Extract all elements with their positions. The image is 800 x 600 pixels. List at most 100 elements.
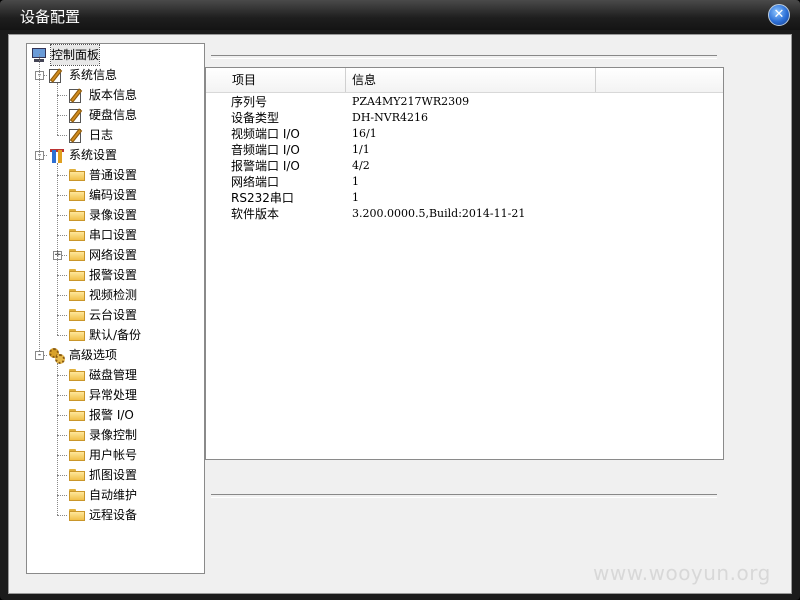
tree-item-g1-c6[interactable]: 视频检测 <box>27 285 204 305</box>
table-row[interactable]: 软件版本 3.200.0000.5,Build:2014-11-21 <box>206 206 723 222</box>
edit-doc-icon <box>69 88 83 103</box>
tree-line <box>57 435 67 436</box>
row-item: RS232串口 <box>231 191 294 205</box>
tree-item-g1-c8[interactable]: 默认/备份 <box>27 325 204 345</box>
tree-item-label: 系统设置 <box>69 148 118 162</box>
folder-icon <box>69 248 85 261</box>
table-row[interactable]: 网络端口 1 <box>206 174 723 190</box>
folder-icon <box>69 228 85 241</box>
table-row[interactable]: RS232串口 1 <box>206 190 723 206</box>
column-header-item[interactable]: 项目 <box>206 68 346 92</box>
tree-line <box>57 395 67 396</box>
row-value: 16/1 <box>352 127 377 140</box>
tree-line <box>57 415 67 416</box>
tree-line <box>57 315 67 316</box>
close-button[interactable]: ✕ <box>768 4 790 26</box>
tree-item-group-0[interactable]: 系统信息 <box>27 65 204 85</box>
table-row[interactable]: 序列号 PZA4MY217WR2309 <box>206 94 723 110</box>
tree-line <box>57 375 67 376</box>
tree-item-label: 编码设置 <box>89 188 138 202</box>
row-item: 音频端口 I/O <box>231 143 300 157</box>
tree-line <box>57 135 67 136</box>
row-value: 4/2 <box>352 159 370 172</box>
tree-item-label: 版本信息 <box>89 88 138 102</box>
tree-item-g2-c1[interactable]: 异常处理 <box>27 385 204 405</box>
tree-line <box>57 95 67 96</box>
tree-item-g2-c7[interactable]: 远程设备 <box>27 505 204 525</box>
tree-line <box>57 363 58 515</box>
table-header: 项目 信息 <box>206 68 723 93</box>
tree-item-g1-c2[interactable]: 录像设置 <box>27 205 204 225</box>
tree-item-label: 远程设备 <box>89 508 138 522</box>
tree-item-control-panel[interactable]: 控制面板 <box>27 44 204 66</box>
info-table: 项目 信息 序列号 PZA4MY217WR2309 设备类型 DH-NVR4216 视频… <box>205 67 724 460</box>
tree-line <box>57 335 67 336</box>
tree-item-g2-c5[interactable]: 抓图设置 <box>27 465 204 485</box>
tree-item-label: 录像控制 <box>89 428 138 442</box>
row-item: 设备类型 <box>231 111 280 125</box>
folder-icon <box>69 208 85 221</box>
tree-item-g0-c0[interactable]: 版本信息 <box>27 85 204 105</box>
tree-item-g1-c3[interactable]: 串口设置 <box>27 225 204 245</box>
tree-item-g1-c1[interactable]: 编码设置 <box>27 185 204 205</box>
folder-icon <box>69 448 85 461</box>
tree-item-g1-c0[interactable]: 普通设置 <box>27 165 204 185</box>
column-header-info[interactable]: 信息 <box>346 68 596 92</box>
watermark: www.wooyun.org <box>593 561 771 585</box>
tree-item-g2-c2[interactable]: 报警 I/O <box>27 405 204 425</box>
table-row[interactable]: 视频端口 I/O 16/1 <box>206 126 723 142</box>
tree-line <box>57 215 67 216</box>
tree-item-label: 云台设置 <box>89 308 138 322</box>
tree-line <box>39 54 40 351</box>
table-row[interactable]: 报警端口 I/O 4/2 <box>206 158 723 174</box>
tree-line <box>57 83 58 135</box>
title-bar[interactable]: 设备配置 ✕ <box>0 0 800 30</box>
window-title: 设备配置 <box>20 8 81 26</box>
tree-line <box>57 455 67 456</box>
tree-item-g2-c6[interactable]: 自动维护 <box>27 485 204 505</box>
tree-item-label: 录像设置 <box>89 208 138 222</box>
folder-icon <box>69 488 85 501</box>
tree-line <box>57 475 67 476</box>
edit-doc-icon <box>69 108 83 123</box>
tree-item-label: 视频检测 <box>89 288 138 302</box>
tree-line <box>57 195 67 196</box>
tree-item-group-2[interactable]: 高级选项 <box>27 345 204 365</box>
tree-item-g0-c1[interactable]: 硬盘信息 <box>27 105 204 125</box>
tools-icon <box>49 148 65 164</box>
edit-doc-icon <box>69 128 83 143</box>
tree-item-label: 硬盘信息 <box>89 108 138 122</box>
row-value: DH-NVR4216 <box>352 111 428 124</box>
tree-line <box>57 115 67 116</box>
tree-item-g2-c3[interactable]: 录像控制 <box>27 425 204 445</box>
folder-icon <box>69 408 85 421</box>
tree-line <box>57 275 67 276</box>
collapse-toggle-icon[interactable]: - <box>35 351 44 360</box>
tree-item-label: 报警设置 <box>89 268 138 282</box>
table-row[interactable]: 音频端口 I/O 1/1 <box>206 142 723 158</box>
tree-item-g0-c2[interactable]: 日志 <box>27 125 204 145</box>
tree-item-label: 网络设置 <box>89 248 138 262</box>
table-row[interactable]: 设备类型 DH-NVR4216 <box>206 110 723 126</box>
device-config-window: 设备配置 ✕ 控制面板 系统信息 - 版本信息 硬盘信息 日志 系统设置 - 普通设置 编码设置录… <box>0 0 800 600</box>
bottom-divider <box>211 494 717 498</box>
nav-tree: 控制面板 系统信息 - 版本信息 硬盘信息 日志 系统设置 - 普通设置 编码设置 录像设置 串口设置… <box>26 43 205 574</box>
tree-line <box>57 235 67 236</box>
row-value: 1/1 <box>352 143 370 156</box>
row-item: 网络端口 <box>231 175 280 189</box>
gear-icon <box>49 348 65 364</box>
tree-item-label: 日志 <box>89 128 114 142</box>
tree-line <box>57 495 67 496</box>
row-item: 报警端口 I/O <box>231 159 300 173</box>
row-item: 软件版本 <box>231 207 280 221</box>
tree-item-g2-c4[interactable]: 用户帐号 <box>27 445 204 465</box>
row-item: 序列号 <box>231 95 268 109</box>
tree-item-g2-c0[interactable]: 磁盘管理 <box>27 365 204 385</box>
close-icon: ✕ <box>773 7 785 22</box>
tree-item-g1-c5[interactable]: 报警设置 <box>27 265 204 285</box>
folder-icon <box>69 328 85 341</box>
client-area: 控制面板 系统信息 - 版本信息 硬盘信息 日志 系统设置 - 普通设置 编码设置 录像设置 串口设置… <box>8 34 792 594</box>
tree-item-group-1[interactable]: 系统设置 <box>27 145 204 165</box>
tree-item-label: 用户帐号 <box>89 448 138 462</box>
tree-item-g1-c7[interactable]: 云台设置 <box>27 305 204 325</box>
